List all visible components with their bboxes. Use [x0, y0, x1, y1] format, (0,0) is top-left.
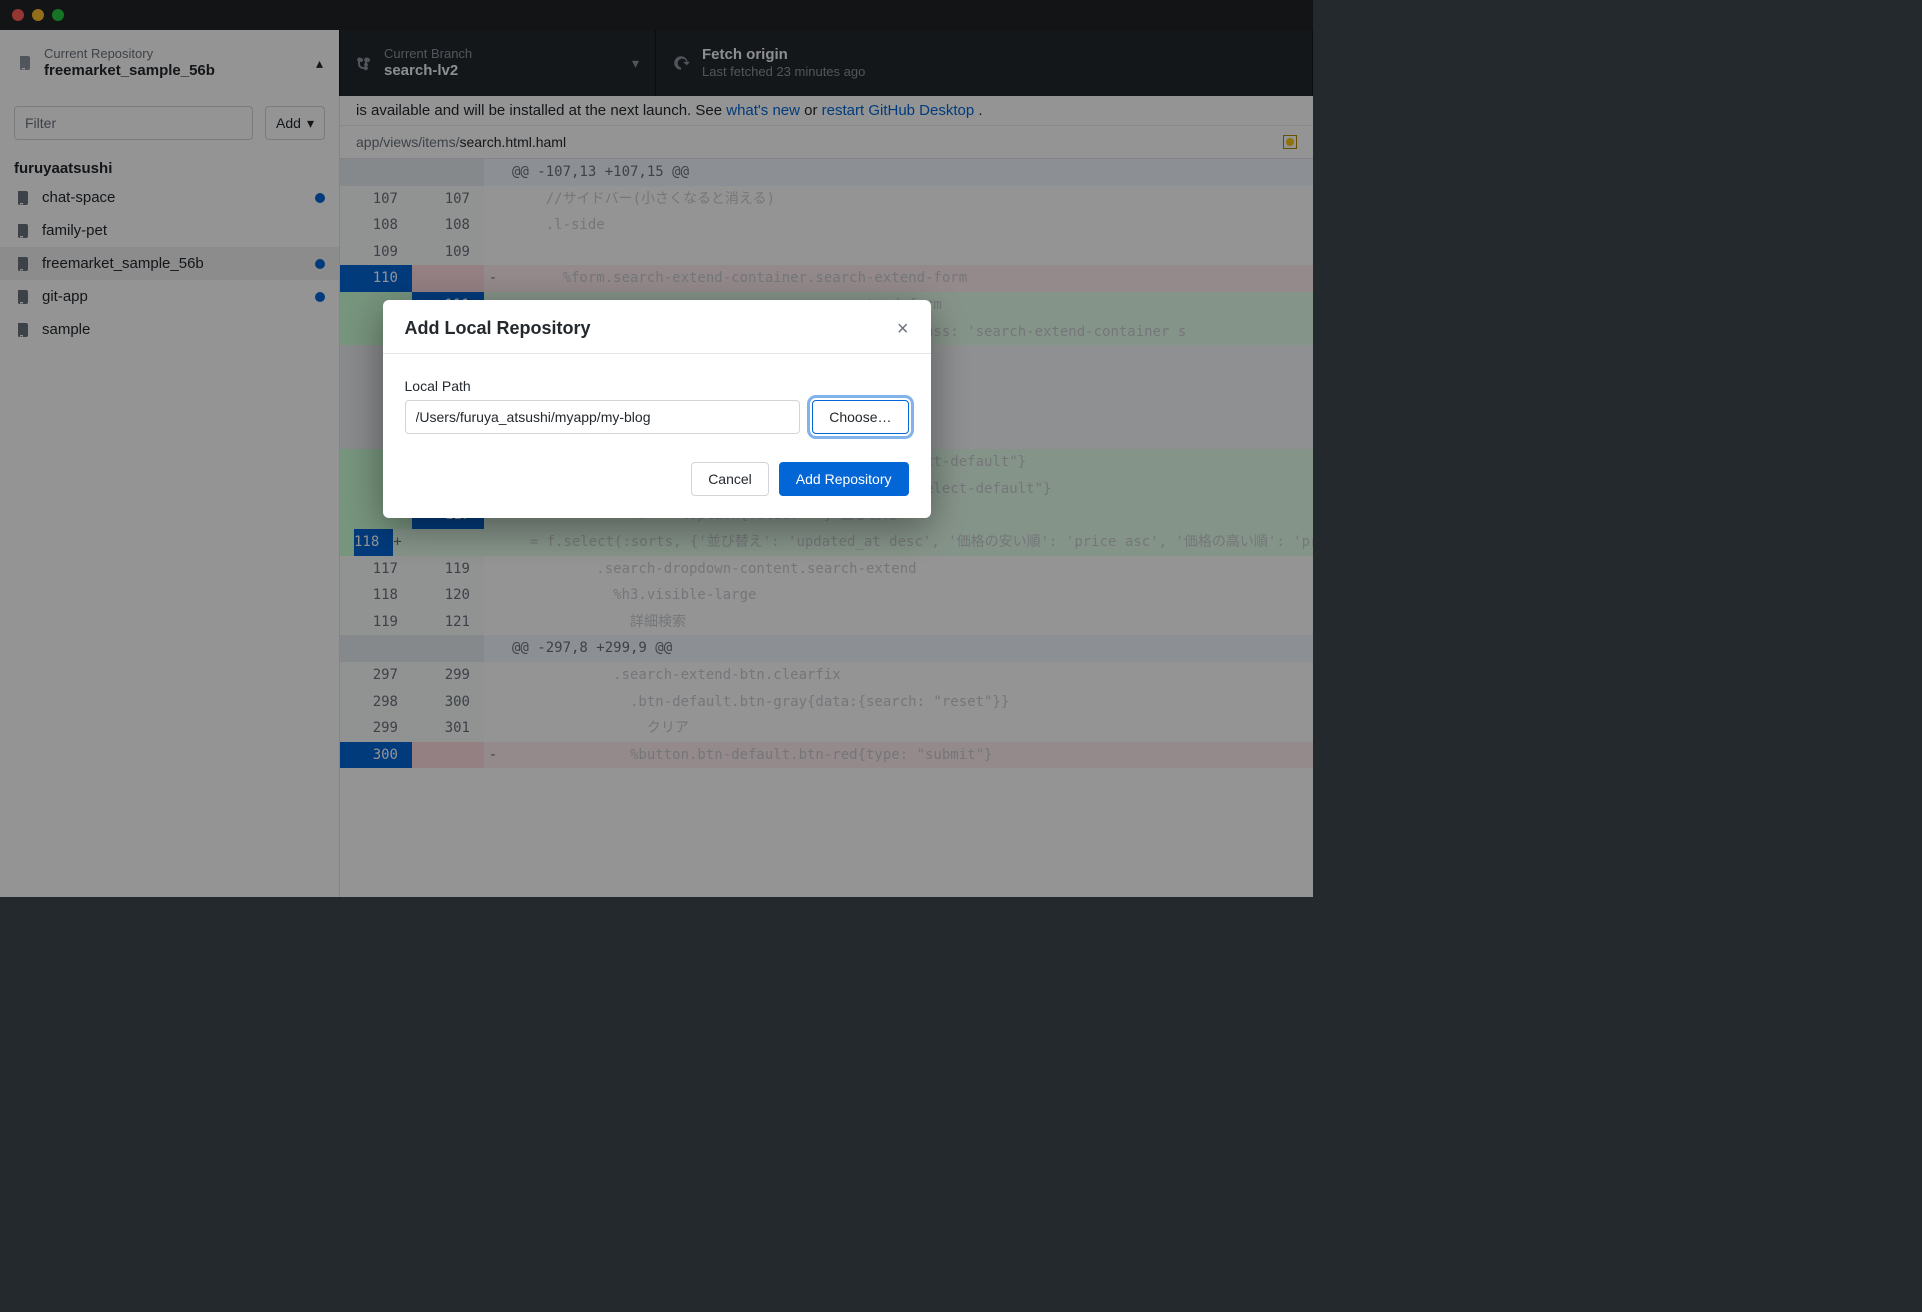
add-repository-button[interactable]: Add Repository — [779, 462, 909, 496]
choose-button[interactable]: Choose… — [812, 400, 908, 434]
add-local-repo-modal: Add Local Repository × Local Path Choose… — [383, 300, 931, 518]
modal-overlay[interactable]: Add Local Repository × Local Path Choose… — [0, 0, 1313, 897]
local-path-label: Local Path — [405, 378, 909, 394]
cancel-button[interactable]: Cancel — [691, 462, 769, 496]
local-path-input[interactable] — [405, 400, 801, 434]
modal-title: Add Local Repository — [405, 318, 591, 339]
close-icon[interactable]: × — [897, 319, 909, 339]
